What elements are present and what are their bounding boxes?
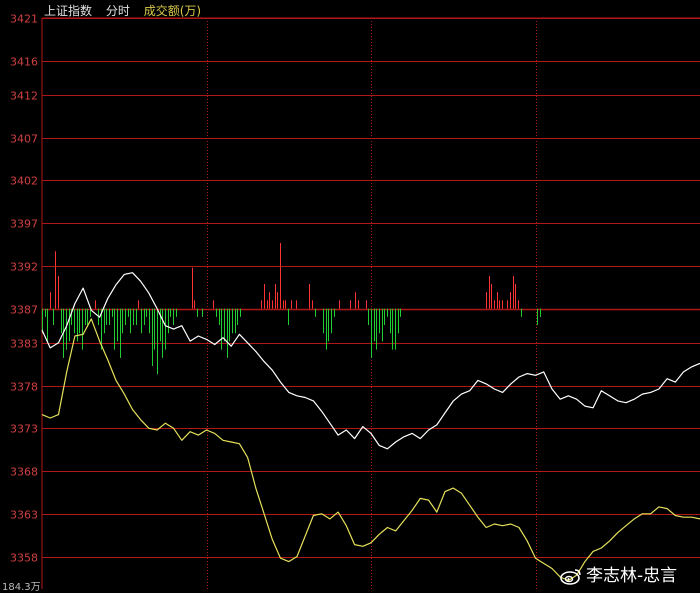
grid — [41, 17, 700, 589]
volume-label: 成交额(万) — [143, 4, 202, 18]
chart-header: 上证指数 分时 成交额(万) — [44, 2, 211, 19]
y-tick-label: 3358 — [10, 552, 38, 565]
y-tick-label: 3421 — [10, 13, 38, 26]
watermark: 李志林-忠言 — [560, 561, 677, 586]
average-price-line — [41, 318, 700, 582]
y-tick-label: 3397 — [10, 218, 38, 231]
y-tick-label: 3407 — [10, 133, 38, 146]
y-tick-label: 3378 — [10, 381, 38, 394]
y-tick-label: 3373 — [10, 423, 38, 436]
weibo-icon — [560, 569, 581, 585]
y-tick-label: 3412 — [10, 90, 38, 103]
period-label: 分时 — [105, 4, 130, 18]
y-tick-label: 3392 — [10, 261, 38, 274]
y-tick-label: 3363 — [10, 509, 38, 522]
y-tick-label: 3368 — [10, 466, 38, 479]
y-tick-label: 3416 — [10, 56, 38, 69]
intraday-chart: 3421 3416 3412 3407 3402 3397 3392 3387 3383 3378… — [10, 13, 700, 589]
volume-scale-label: 184.3万 — [2, 582, 41, 593]
y-tick-label: 3402 — [10, 175, 38, 188]
average-line-path — [41, 318, 700, 582]
y-tick-label: 3387 — [10, 304, 38, 317]
y-tick-label: 3383 — [10, 338, 38, 351]
index-name: 上证指数 — [44, 4, 93, 18]
y-axis-tick-labels: 3421 3416 3412 3407 3402 3397 3392 3387 3383 3378… — [10, 13, 38, 565]
watermark-text: 李志林-忠言 — [586, 566, 678, 586]
volume-bars — [42, 243, 541, 375]
